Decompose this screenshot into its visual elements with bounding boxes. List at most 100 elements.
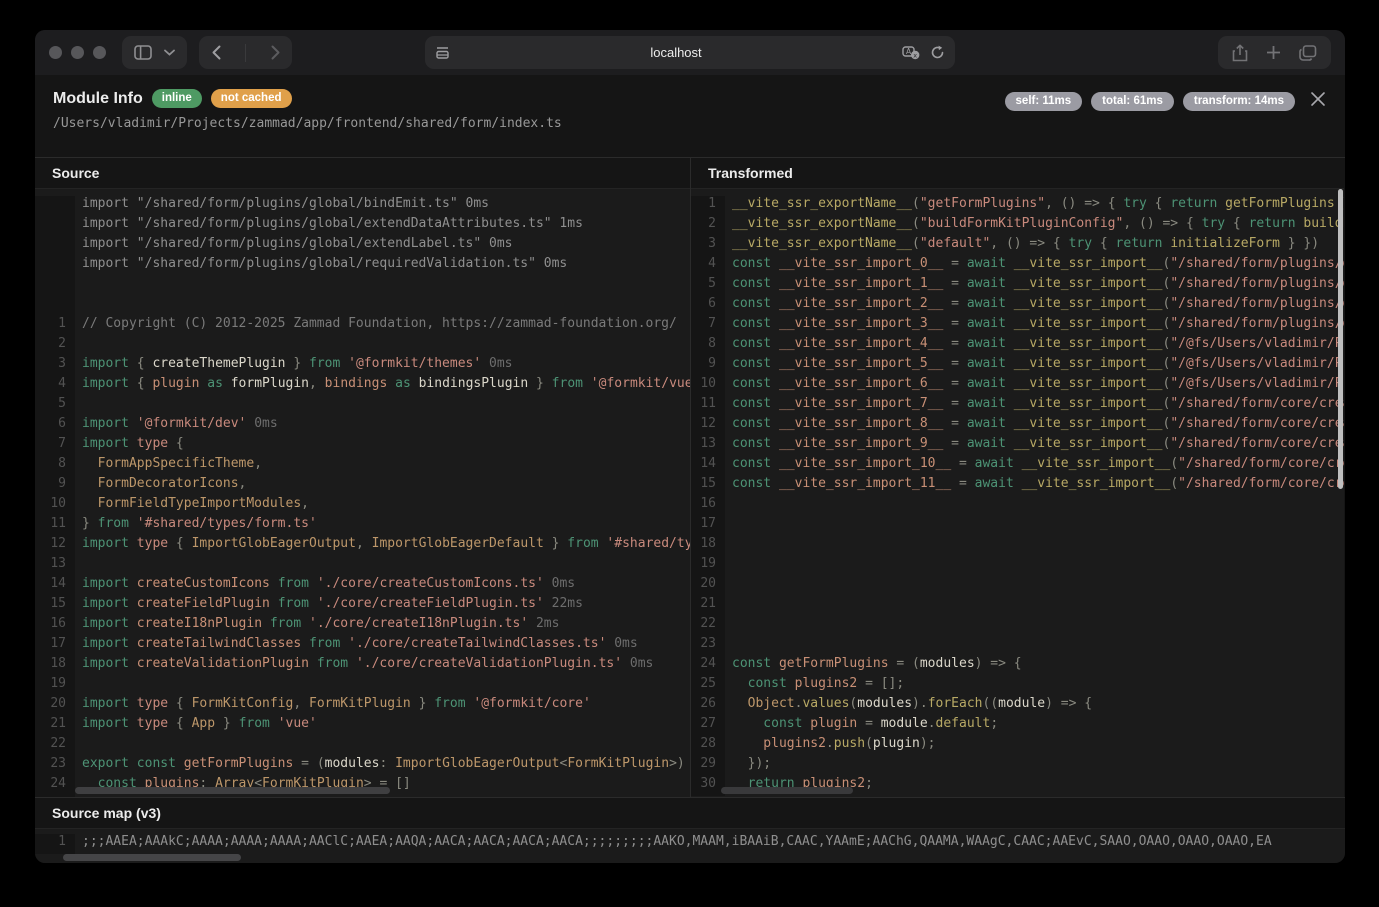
code-panels: Source import "/shared/form/plugins/glob…: [35, 157, 1345, 797]
translate-icon[interactable]: Ax: [902, 46, 920, 60]
line-number: 10: [691, 376, 725, 396]
address-bar[interactable]: localhost Ax: [425, 36, 955, 69]
sidebar-button-group: [122, 36, 187, 69]
code-line: 5: [35, 396, 690, 416]
code-line: import "/shared/form/plugins/global/exte…: [35, 236, 690, 256]
line-number: 14: [35, 576, 75, 596]
line-content: ;;;AAEA;AAAkC;AAAA;AAAA;AAAA;AAClC;AAEA;…: [75, 834, 1272, 854]
line-number: 15: [691, 476, 725, 496]
line-number: 26: [691, 696, 725, 716]
line-content: import "/shared/form/plugins/global/bind…: [75, 196, 489, 216]
line-number: 8: [691, 336, 725, 356]
reload-icon[interactable]: [930, 45, 945, 60]
code-line: 6const __vite_ssr_import_2__ = await __v…: [691, 296, 1344, 316]
line-content: // Copyright (C) 2012-2025 Zammad Founda…: [75, 316, 677, 336]
line-content: [75, 276, 82, 296]
line-content: import type { ImportGlobEagerOutput, Imp…: [75, 536, 690, 556]
line-number: 7: [691, 316, 725, 336]
line-content: const plugins2 = [];: [725, 676, 904, 696]
close-icon[interactable]: [1307, 88, 1329, 110]
back-button[interactable]: [199, 36, 233, 69]
code-line: 14const __vite_ssr_import_10__ = await _…: [691, 456, 1344, 476]
code-line: 25 const plugins2 = [];: [691, 676, 1344, 696]
line-content: import '@formkit/dev' 0ms: [75, 416, 278, 436]
code-line: 6import '@formkit/dev' 0ms: [35, 416, 690, 436]
sourcemap-section: Source map (v3) 1;;;AAEA;AAAkC;AAAA;AAAA…: [35, 797, 1345, 863]
transformed-vertical-scrollbar[interactable]: [1338, 189, 1343, 489]
code-line: 10 FormFieldTypeImportModules,: [35, 496, 690, 516]
source-horizontal-scrollbar[interactable]: [75, 787, 390, 794]
line-content: FormFieldTypeImportModules,: [75, 496, 309, 516]
code-line: 4const __vite_ssr_import_0__ = await __v…: [691, 256, 1344, 276]
line-content: const __vite_ssr_import_1__ = await __vi…: [725, 276, 1344, 296]
chevron-down-icon[interactable]: [164, 49, 175, 56]
line-number: 3: [691, 236, 725, 256]
zoom-window-button[interactable]: [93, 46, 106, 59]
line-number: 1: [35, 316, 75, 336]
tab-overview-icon[interactable]: [1299, 45, 1317, 61]
source-panel-title: Source: [35, 158, 690, 189]
code-line: 4import { plugin as formPlugin, bindings…: [35, 376, 690, 396]
line-content: const __vite_ssr_import_11__ = await __v…: [725, 476, 1344, 496]
line-number: 30: [691, 776, 725, 796]
line-number: [35, 236, 75, 256]
line-content: const plugin = module.default;: [725, 716, 998, 736]
line-number: 21: [691, 596, 725, 616]
module-path: /Users/vladimir/Projects/zammad/app/fron…: [53, 116, 1327, 131]
window-actions-group: [1218, 36, 1331, 69]
line-content: const __vite_ssr_import_2__ = await __vi…: [725, 296, 1344, 316]
line-content: __vite_ssr_exportName__("default", () =>…: [725, 236, 1319, 256]
line-number: 15: [35, 596, 75, 616]
line-content: const __vite_ssr_import_6__ = await __vi…: [725, 376, 1344, 396]
line-content: const __vite_ssr_import_10__ = await __v…: [725, 456, 1344, 476]
close-window-button[interactable]: [49, 46, 62, 59]
code-line: 18: [691, 536, 1344, 556]
line-number: 14: [691, 456, 725, 476]
line-number: 8: [35, 456, 75, 476]
reader-icon[interactable]: [435, 46, 450, 60]
line-number: 3: [35, 356, 75, 376]
code-line: 27 const plugin = module.default;: [691, 716, 1344, 736]
code-line: 2: [35, 336, 690, 356]
line-content: });: [725, 756, 771, 776]
code-line: 2__vite_ssr_exportName__("buildFormKitPl…: [691, 216, 1344, 236]
sidebar-icon[interactable]: [134, 45, 152, 60]
line-content: import type { FormKitConfig, FormKitPlug…: [75, 696, 591, 716]
line-content: import createI18nPlugin from './core/cre…: [75, 616, 559, 636]
line-content: const __vite_ssr_import_7__ = await __vi…: [725, 396, 1344, 416]
transformed-horizontal-scrollbar[interactable]: [721, 787, 853, 794]
line-content: [725, 496, 732, 516]
code-line: 19: [35, 676, 690, 696]
code-line: 12import type { ImportGlobEagerOutput, I…: [35, 536, 690, 556]
new-tab-icon[interactable]: [1266, 45, 1281, 60]
line-number: 18: [691, 536, 725, 556]
code-line: 17import createTailwindClasses from './c…: [35, 636, 690, 656]
source-code-area: import "/shared/form/plugins/global/bind…: [35, 189, 690, 797]
share-icon[interactable]: [1232, 44, 1248, 62]
line-number: 10: [35, 496, 75, 516]
line-number: 6: [35, 416, 75, 436]
sourcemap-title: Source map (v3): [35, 798, 1345, 829]
code-line: 11} from '#shared/types/form.ts': [35, 516, 690, 536]
transformed-panel-title: Transformed: [691, 158, 1344, 189]
code-line: 22: [691, 616, 1344, 636]
code-line: 17: [691, 516, 1344, 536]
code-line: 24const getFormPlugins = (modules) => {: [691, 656, 1344, 676]
transform-time-badge: transform: 14ms: [1183, 92, 1295, 111]
code-line: 9const __vite_ssr_import_5__ = await __v…: [691, 356, 1344, 376]
code-line: 20: [691, 576, 1344, 596]
line-number: 2: [691, 216, 725, 236]
line-number: [35, 196, 75, 216]
sourcemap-horizontal-scrollbar[interactable]: [63, 854, 241, 861]
minimize-window-button[interactable]: [71, 46, 84, 59]
forward-button[interactable]: [258, 36, 292, 69]
line-number: 2: [35, 336, 75, 356]
code-line: 3__vite_ssr_exportName__("default", () =…: [691, 236, 1344, 256]
line-number: 13: [691, 436, 725, 456]
line-number: 11: [35, 516, 75, 536]
browser-toolbar: localhost Ax: [35, 30, 1345, 75]
code-line: 14import createCustomIcons from './core/…: [35, 576, 690, 596]
line-number: 13: [35, 556, 75, 576]
line-content: [725, 516, 732, 536]
source-panel: Source import "/shared/form/plugins/glob…: [35, 158, 690, 797]
